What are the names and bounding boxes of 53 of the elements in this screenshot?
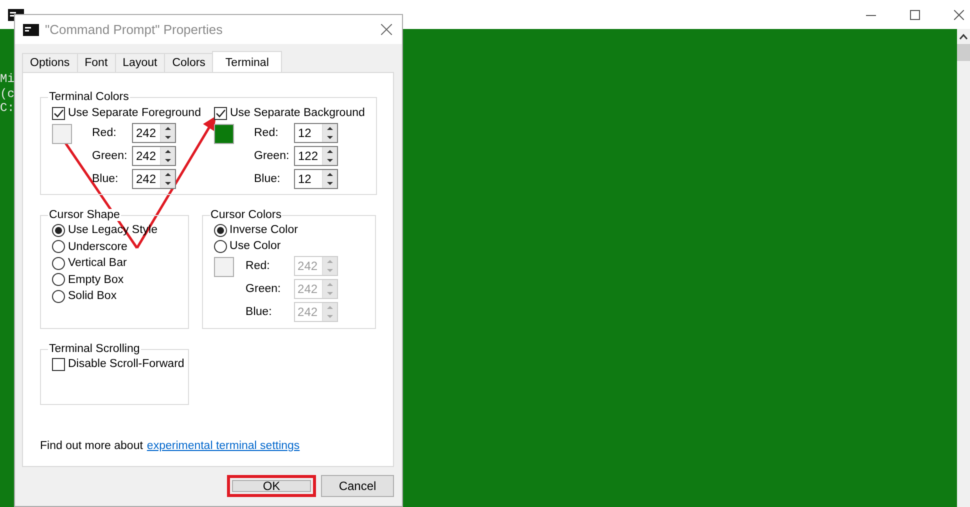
field-label: Red: xyxy=(246,260,271,272)
radio-button[interactable] xyxy=(52,240,65,253)
checkbox[interactable] xyxy=(52,358,65,370)
checkbox[interactable] xyxy=(52,106,65,120)
checkbox-label: Disable Scroll-Forward xyxy=(68,358,184,370)
radio-button[interactable] xyxy=(52,256,65,270)
field-label: Red: xyxy=(92,127,118,139)
scroll-thumb[interactable] xyxy=(957,44,970,61)
spin-box[interactable]: 242 xyxy=(132,169,176,189)
checkbox-label: Use Separate Foreground xyxy=(68,107,201,119)
console-line: Mi xyxy=(0,72,14,86)
scrollbar[interactable] xyxy=(957,29,970,507)
console-line: (c xyxy=(0,86,14,101)
group-title: Cursor Shape xyxy=(48,209,121,221)
radio-label: Use Color xyxy=(230,240,281,252)
spin-box[interactable]: 242 xyxy=(132,123,176,143)
maximize-icon[interactable] xyxy=(910,10,920,20)
footer-text: Find out more about xyxy=(40,440,143,452)
radio-label: Solid Box xyxy=(68,290,117,302)
radio-button[interactable] xyxy=(52,273,65,286)
tab[interactable]: Options xyxy=(22,53,78,72)
radio-button[interactable] xyxy=(52,290,65,302)
field-label: Green: xyxy=(254,150,290,162)
spin-box[interactable]: 12 xyxy=(294,169,338,189)
field-label: Green: xyxy=(246,283,282,295)
checkbox[interactable] xyxy=(214,106,227,120)
dialog-button[interactable]: Cancel xyxy=(321,475,394,497)
group-title: Cursor Colors xyxy=(210,209,282,221)
settings-link[interactable]: experimental terminal settings xyxy=(146,440,300,452)
spin-box[interactable]: 122 xyxy=(294,146,338,166)
console-icon xyxy=(23,24,39,36)
field-label: Blue: xyxy=(92,173,120,185)
close-icon[interactable] xyxy=(381,24,392,35)
radio-label: Empty Box xyxy=(68,274,124,286)
radio-label: Vertical Bar xyxy=(68,257,127,269)
close-icon[interactable] xyxy=(954,10,964,20)
radio-button[interactable] xyxy=(52,224,65,236)
checkbox-label: Use Separate Background xyxy=(230,107,365,119)
tab[interactable]: Terminal xyxy=(212,51,282,73)
field-label: Blue: xyxy=(246,306,273,318)
spin-box[interactable]: 242 xyxy=(132,146,176,166)
dialog-title: "Command Prompt" Properties xyxy=(45,22,223,37)
radio-label: Underscore xyxy=(68,240,128,252)
group-title: Terminal Scrolling xyxy=(48,343,141,355)
group-title: Terminal Colors xyxy=(48,91,130,103)
console-line: C: xyxy=(0,101,14,116)
field-label: Blue: xyxy=(254,173,282,185)
dialog-button[interactable]: OK xyxy=(227,475,316,497)
field-label: Red: xyxy=(254,127,280,139)
field-label: Green: xyxy=(92,150,128,162)
scroll-up-icon[interactable] xyxy=(959,33,968,41)
spin-box[interactable]: 12 xyxy=(294,123,338,143)
radio-label: Inverse Color xyxy=(230,224,298,236)
